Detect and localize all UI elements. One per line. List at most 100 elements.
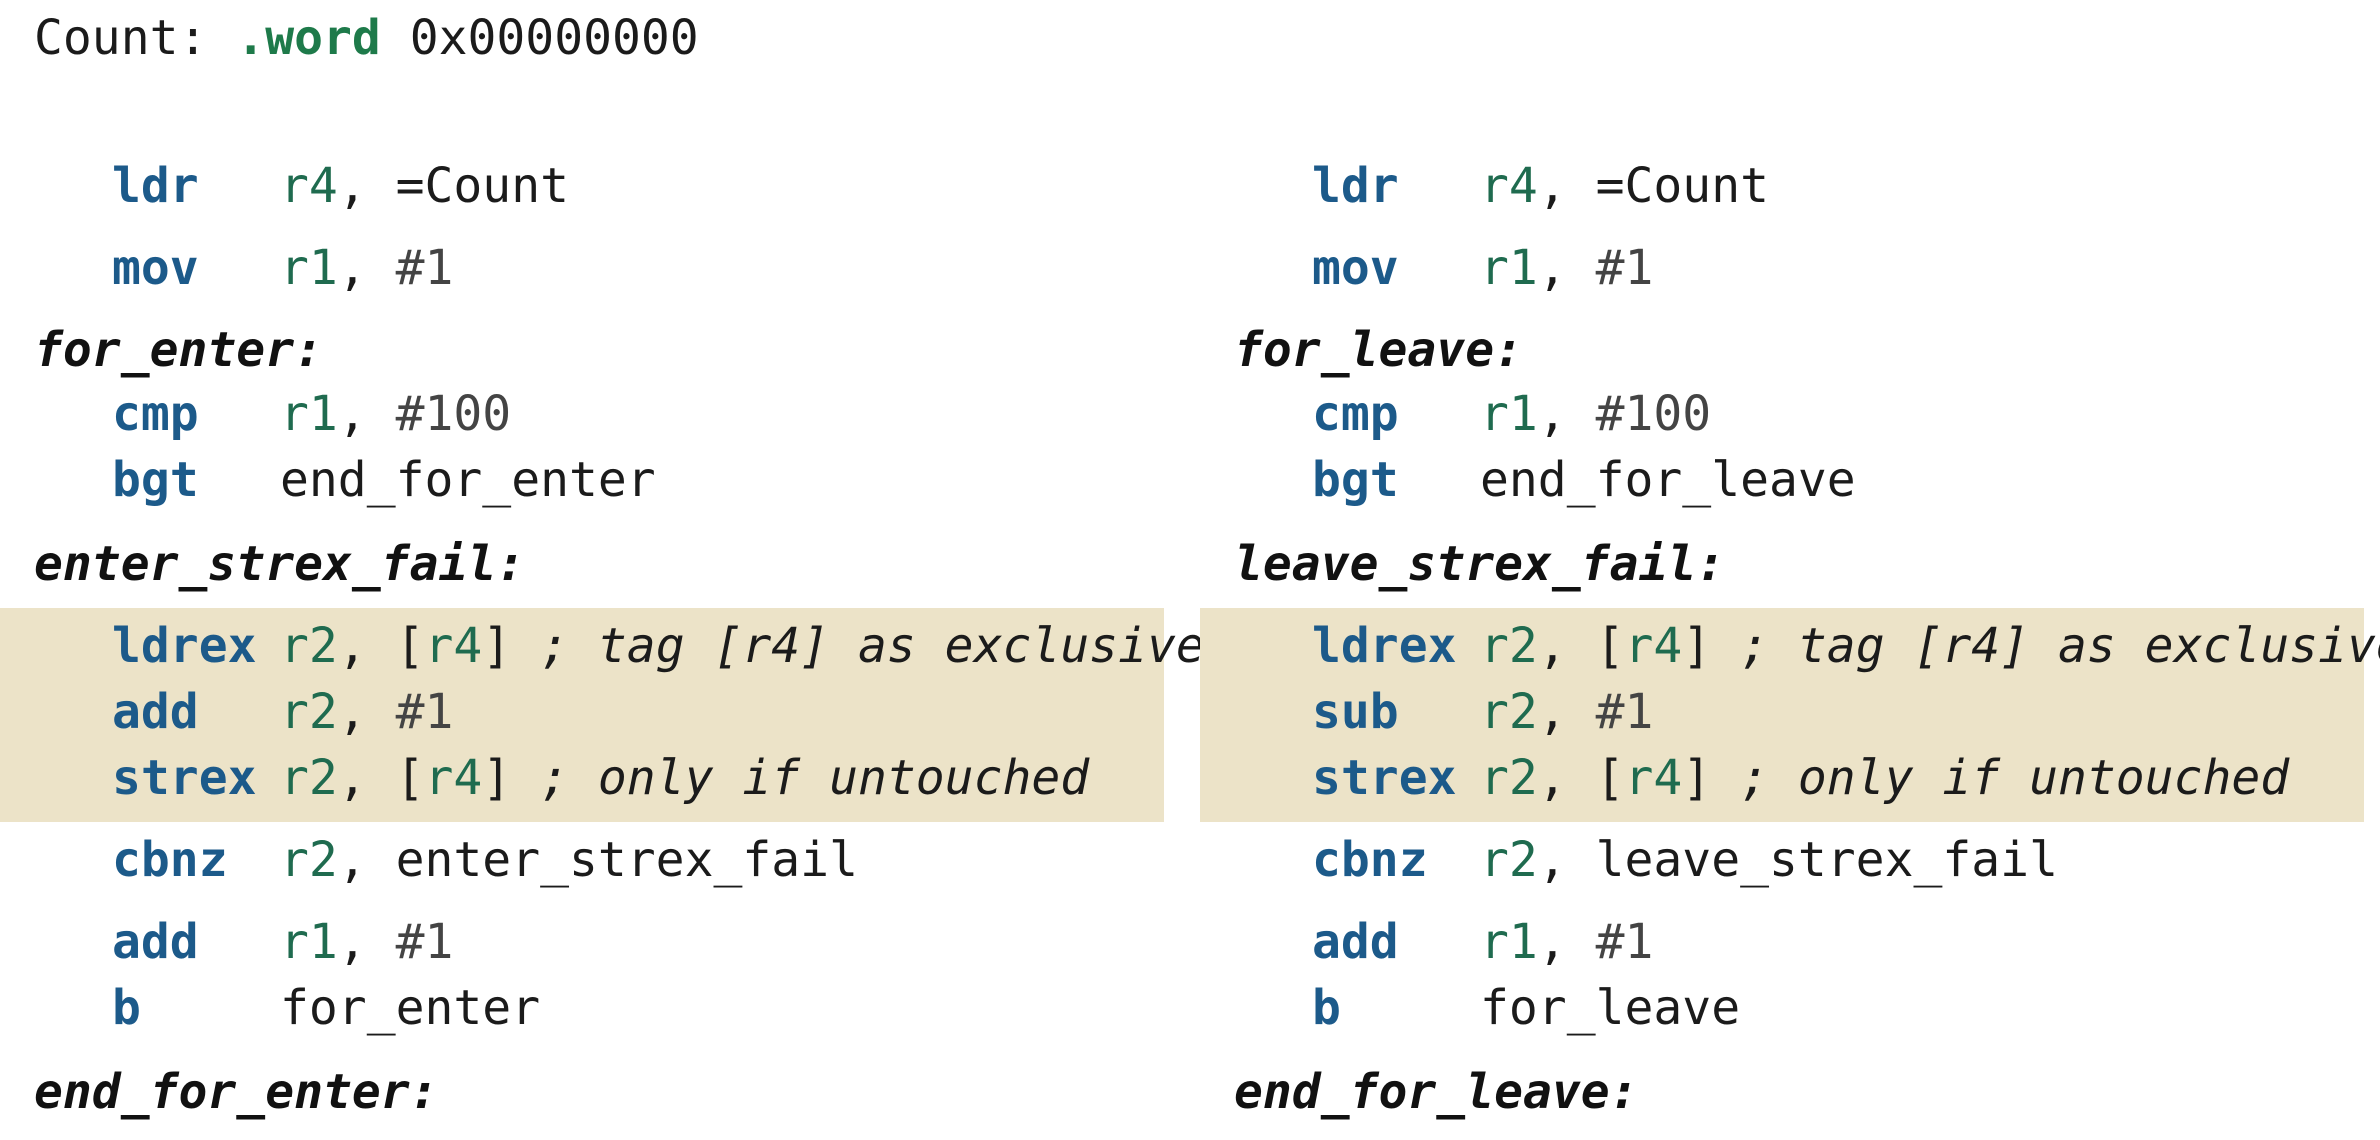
operand-text: , [1537,832,1596,888]
register: r2 [280,618,338,674]
operand-text: , [ [1537,618,1625,674]
operand-text: , [ [337,750,425,806]
instruction: add r2, #1 [112,682,453,742]
register: r1 [280,914,338,970]
instruction: sub r2, #1 [1312,682,1653,742]
mnemonic: add [112,914,199,970]
mnemonic: cbnz [112,832,228,888]
instruction: bgt end_for_enter [112,450,656,510]
operand-text: , [337,684,396,740]
operand-text: , [1537,914,1596,970]
operand-text: =Count [395,158,569,214]
immediate: #1 [1595,914,1654,970]
operand-text: , [337,386,396,442]
mnemonic: cmp [112,386,199,442]
code-label: enter_strex_fail: [34,536,526,592]
register: r4 [424,750,483,806]
register: r2 [1480,750,1538,806]
register: r1 [1480,240,1538,296]
mnemonic: mov [1312,240,1399,296]
immediate: #1 [1595,684,1654,740]
mnemonic: add [112,684,199,740]
code-label: for_leave: [1234,322,1523,378]
register: r2 [280,750,338,806]
mnemonic: strex [1312,750,1457,806]
instruction: mov r1, #1 [112,238,453,298]
operand-text: , [337,158,396,214]
immediate: #100 [395,386,512,442]
register: r2 [1480,684,1538,740]
register: r2 [1480,618,1538,674]
register: r1 [280,240,338,296]
mnemonic: ldrex [112,618,257,674]
instruction: add r1, #1 [112,912,453,972]
operand-text: leave_strex_fail [1595,832,2058,888]
register: r2 [1480,832,1538,888]
instruction: cmp r1, #100 [1312,384,1711,444]
register: r4 [1624,618,1683,674]
mnemonic: sub [1312,684,1399,740]
instruction: ldr r4, =Count [1312,156,1769,216]
operand-text: , [337,240,396,296]
code-label: leave_strex_fail: [1234,536,1726,592]
instruction: cbnz r2, enter_strex_fail [112,830,858,890]
mnemonic: ldr [112,158,199,214]
operand-text: , [ [1537,750,1625,806]
instruction: mov r1, #1 [1312,238,1653,298]
mnemonic: b [1312,980,1341,1036]
operand-text: ] [482,750,541,806]
immediate: #100 [1595,386,1712,442]
operand-text: ] [1682,750,1741,806]
code-label: for_enter: [34,322,323,378]
instruction: ldrex r2, [r4] ; tag [r4] as exclusive [1312,616,2380,676]
instruction: bgt end_for_leave [1312,450,1856,510]
mnemonic: cmp [1312,386,1399,442]
immediate: #1 [1595,240,1654,296]
register: r4 [424,618,483,674]
instruction: ldr r4, =Count [112,156,569,216]
instruction: strex r2, [r4] ; only if untouched [1312,748,2289,808]
operand-text: ] [1682,618,1741,674]
register: r2 [280,832,338,888]
mnemonic: bgt [112,452,199,508]
operand-text: ] [482,618,541,674]
mnemonic: b [112,980,141,1036]
code-comment: ; only if untouched [540,750,1090,806]
operand-text: , [1537,684,1596,740]
operand-text: for_leave [1480,980,1741,1036]
register: r4 [1624,750,1683,806]
mnemonic: ldr [1312,158,1399,214]
code-comment: ; tag [r4] as exclusive [1740,618,2380,674]
operand-text: =Count [1595,158,1769,214]
code-label: end_for_enter: [34,1064,439,1120]
instruction: strex r2, [r4] ; only if untouched [112,748,1089,808]
register: r1 [1480,914,1538,970]
mnemonic: ldrex [1312,618,1457,674]
mnemonic: cbnz [1312,832,1428,888]
register: r4 [280,158,338,214]
mnemonic: mov [112,240,199,296]
instruction: ldrex r2, [r4] ; tag [r4] as exclusive [112,616,1205,676]
mnemonic: add [1312,914,1399,970]
immediate: #1 [395,684,454,740]
operand-text: enter_strex_fail [395,832,858,888]
register: r1 [280,386,338,442]
operand-text: for_enter [280,980,541,1036]
instruction: cbnz r2, leave_strex_fail [1312,830,2058,890]
enter-code-column: ldr r4, =Count mov r1, #1 for_enter:cmp r1, #… [0,0,1205,1140]
register: r1 [1480,386,1538,442]
instruction: b for_leave [1312,978,1740,1038]
leave-code-column: ldr r4, =Count mov r1, #1 for_leave:cmp r1, #… [1200,0,2380,1140]
code-label: end_for_leave: [1234,1064,1639,1120]
immediate: #1 [395,240,454,296]
operand-text: , [337,914,396,970]
operand-text: , [1537,158,1596,214]
immediate: #1 [395,914,454,970]
instruction: add r1, #1 [1312,912,1653,972]
instruction: cmp r1, #100 [112,384,511,444]
register: r2 [280,684,338,740]
operand-text: end_for_enter [280,452,656,508]
operand-text: , [337,832,396,888]
register: r4 [1480,158,1538,214]
mnemonic: bgt [1312,452,1399,508]
